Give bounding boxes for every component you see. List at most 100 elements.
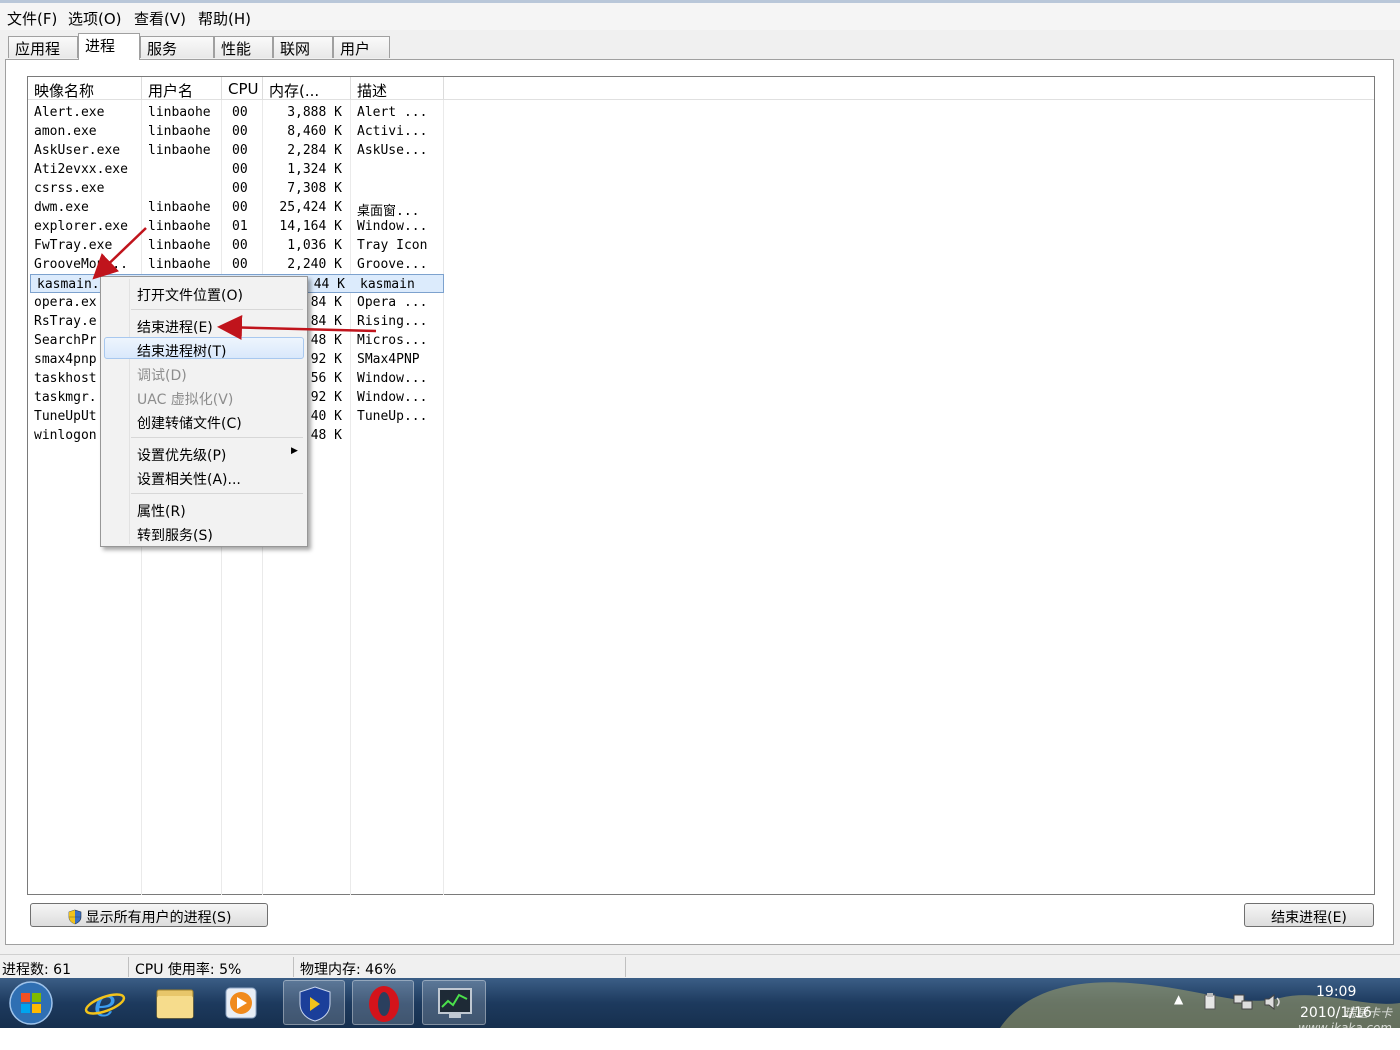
cell-user-name: linbaohe (148, 200, 211, 215)
cell-image-name: Ati2evxx.exe (34, 162, 128, 177)
folder-icon (156, 989, 194, 1019)
bottom-strip (0, 1028, 1400, 1050)
status-physical-memory: 物理内存: 46% (300, 962, 397, 978)
taskbar-task-manager-button[interactable] (422, 980, 486, 1025)
cell-description: AskUse... (357, 143, 428, 158)
menu-item-end-process[interactable]: 结束进程(E) (137, 317, 213, 337)
menu-bar: 文件(F) 选项(O) 查看(V) 帮助(H) (0, 0, 1400, 30)
cell-user-name: linbaohe (148, 219, 211, 234)
taskbar-explorer-button[interactable] (144, 980, 206, 1025)
table-row[interactable]: FwTray.exe linbaohe 00 1,036 K Tray Icon (28, 236, 448, 255)
context-menu: 打开文件位置(O) 结束进程(E) 结束进程树(T) 调试(D) UAC 虚拟化… (100, 276, 308, 547)
svg-text:e: e (94, 981, 117, 1025)
usb-device-icon[interactable] (1200, 992, 1220, 1012)
menu-item-create-dump-file[interactable]: 创建转储文件(C) (137, 413, 242, 433)
uac-shield-icon (67, 909, 83, 929)
cell-image-name: Alert.exe (34, 105, 105, 120)
table-row[interactable]: csrss.exe 00 7,308 K (28, 179, 448, 198)
cell-image-name: GrooveMon... (34, 257, 128, 272)
menu-item-properties[interactable]: 属性(R) (137, 501, 186, 521)
cell-description: kasmain (360, 277, 415, 292)
menu-item-set-priority[interactable]: 设置优先级(P) (137, 445, 226, 465)
menu-separator (131, 437, 303, 438)
table-row[interactable]: dwm.exe linbaohe 00 25,424 K 桌面窗... (28, 198, 448, 219)
menu-item-set-affinity[interactable]: 设置相关性(A)... (137, 469, 241, 489)
menu-help[interactable]: 帮助(H) (198, 8, 251, 29)
network-icon[interactable] (1232, 992, 1254, 1012)
cell-description: Micros... (357, 333, 428, 348)
taskbar-opera-button[interactable] (352, 980, 414, 1025)
menu-file[interactable]: 文件(F) (7, 8, 57, 29)
tab-processes[interactable]: 进程 (78, 33, 140, 60)
cell-description: Alert ... (357, 105, 428, 120)
start-button[interactable] (8, 980, 54, 1026)
table-row[interactable]: explorer.exe linbaohe 01 14,164 K Window... (28, 217, 448, 236)
internet-explorer-icon: e (84, 981, 126, 1025)
cell-description: Window... (357, 219, 428, 234)
cell-description: Rising... (357, 314, 428, 329)
cell-user-name: linbaohe (148, 238, 211, 253)
tab-networking[interactable]: 联网 (273, 36, 333, 58)
show-all-users-button[interactable]: 显示所有用户的进程(S) (30, 903, 268, 927)
cell-description: Groove... (357, 257, 428, 272)
menu-item-open-file-location[interactable]: 打开文件位置(O) (137, 285, 243, 305)
table-row[interactable]: amon.exe linbaohe 00 8,460 K Activi... (28, 122, 448, 141)
menu-view[interactable]: 查看(V) (134, 8, 186, 29)
tab-services[interactable]: 服务 (140, 36, 214, 58)
watermark: 瑞星卡卡 www.ikaka.com (1298, 1006, 1392, 1035)
show-all-users-label: 显示所有用户的进程(S) (85, 910, 232, 926)
menu-item-end-process-tree[interactable]: 结束进程树(T) (137, 341, 226, 361)
column-header-memory[interactable]: 内存(... (263, 77, 351, 100)
cell-memory: 3,888 K (287, 105, 342, 120)
taskbar-rising-button[interactable] (283, 980, 345, 1025)
menu-options[interactable]: 选项(O) (68, 8, 122, 29)
cell-cpu: 00 (232, 238, 248, 253)
cell-user-name: linbaohe (148, 105, 211, 120)
taskbar-ie-button[interactable]: e (74, 980, 136, 1025)
cell-image-name: dwm.exe (34, 200, 89, 215)
cell-memory: 14,164 K (279, 219, 342, 234)
cell-cpu: 01 (232, 219, 248, 234)
status-divider (128, 957, 129, 977)
column-header-filler (444, 77, 1374, 100)
cell-cpu: 00 (232, 143, 248, 158)
cell-image-name: explorer.exe (34, 219, 128, 234)
submenu-arrow-icon: ▶ (291, 446, 298, 456)
end-process-button[interactable]: 结束进程(E) (1244, 903, 1374, 927)
cell-description: Opera ... (357, 295, 428, 310)
cell-description: TuneUp... (357, 409, 428, 424)
cell-cpu: 00 (232, 181, 248, 196)
table-row[interactable]: AskUser.exe linbaohe 00 2,284 K AskUse... (28, 141, 448, 160)
taskbar-media-player-button[interactable] (210, 980, 272, 1025)
cell-user-name: linbaohe (148, 124, 211, 139)
media-player-icon (225, 987, 257, 1019)
table-row[interactable]: GrooveMon... linbaohe 00 2,240 K Groove... (28, 255, 448, 274)
clock-time[interactable]: 19:09 (1316, 984, 1356, 1000)
column-header-user-name[interactable]: 用户名 (142, 77, 222, 100)
cell-user-name: linbaohe (148, 143, 211, 158)
cell-description: Window... (357, 390, 428, 405)
table-row[interactable]: Alert.exe linbaohe 00 3,888 K Alert ... (28, 103, 448, 122)
cell-image-name: FwTray.exe (34, 238, 113, 253)
column-header-cpu[interactable]: CPU (222, 77, 263, 100)
cell-cpu: 00 (232, 257, 248, 272)
tab-users[interactable]: 用户 (333, 36, 390, 58)
opera-icon (369, 986, 399, 1022)
show-hidden-icons-icon[interactable]: ▲ (1174, 992, 1183, 1006)
tab-applications[interactable]: 应用程序 (8, 36, 78, 79)
column-header-image-name[interactable]: 映像名称 (28, 77, 142, 100)
tab-performance[interactable]: 性能 (214, 36, 273, 58)
menu-item-go-to-service[interactable]: 转到服务(S) (137, 525, 213, 545)
status-divider (293, 957, 294, 977)
cell-memory: 2,284 K (287, 143, 342, 158)
table-row[interactable]: Ati2evxx.exe 00 1,324 K (28, 160, 448, 179)
cell-user-name: linbaohe (148, 257, 211, 272)
cell-memory: 1,324 K (287, 162, 342, 177)
cell-image-name: csrss.exe (34, 181, 105, 196)
menu-separator (131, 309, 303, 310)
cell-cpu: 00 (232, 124, 248, 139)
cell-cpu: 00 (232, 200, 248, 215)
shield-icon (299, 986, 331, 1022)
column-header-description[interactable]: 描述 (351, 77, 444, 100)
cell-memory: 8,460 K (287, 124, 342, 139)
